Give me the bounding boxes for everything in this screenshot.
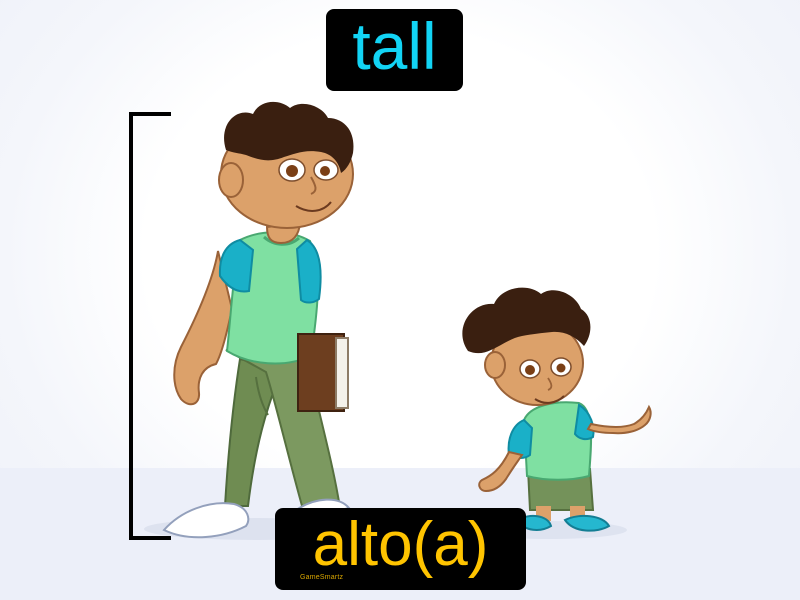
english-word-label: tall [326, 9, 463, 91]
brand-watermark: GameSmartz [300, 574, 344, 581]
child [462, 287, 652, 539]
flashcard: tall alto(a) GameSmartz [0, 0, 800, 600]
height-bracket [129, 112, 171, 540]
english-word: tall [352, 9, 437, 83]
tall-boy [144, 101, 372, 540]
